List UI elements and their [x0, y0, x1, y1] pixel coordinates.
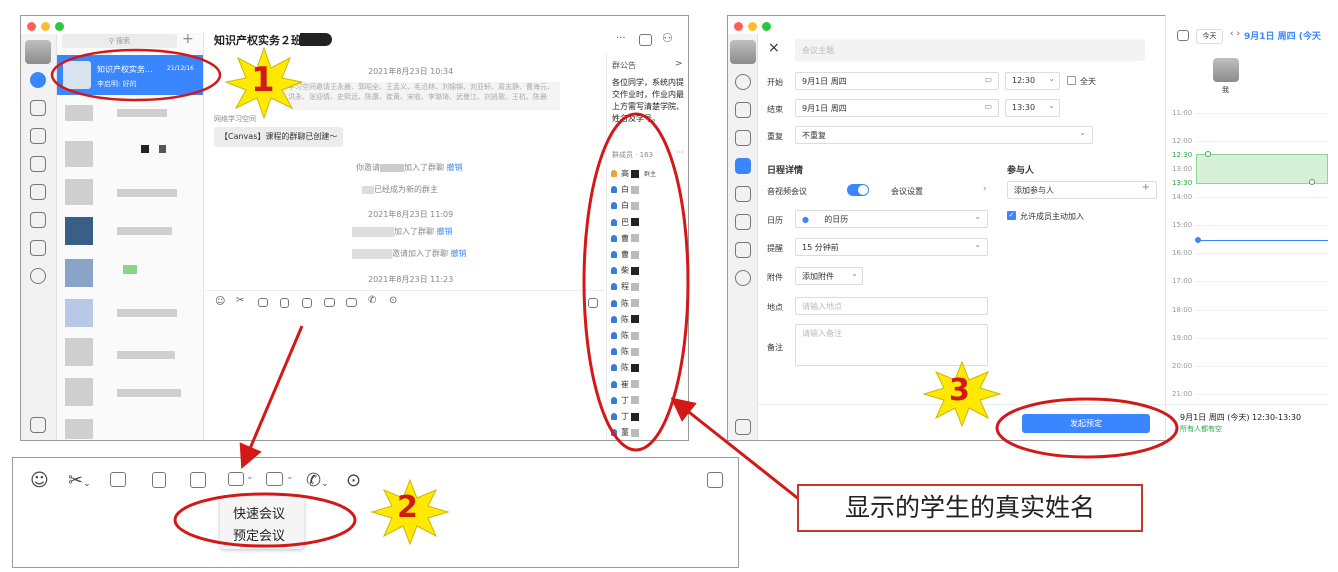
highlight-ellipse-chat [50, 48, 222, 102]
callout-box: 显示的学生的真实姓名 [797, 484, 1143, 532]
step-number-3: 3 [949, 373, 970, 408]
arrow-to-toolbar [239, 325, 304, 470]
highlight-ellipse-submit [995, 397, 1179, 459]
arrow-to-members [670, 397, 801, 502]
highlight-ellipse-members [582, 112, 690, 452]
step-number-2: 2 [397, 490, 418, 525]
step-number-1: 1 [251, 60, 275, 100]
highlight-ellipse-menu [173, 492, 357, 548]
